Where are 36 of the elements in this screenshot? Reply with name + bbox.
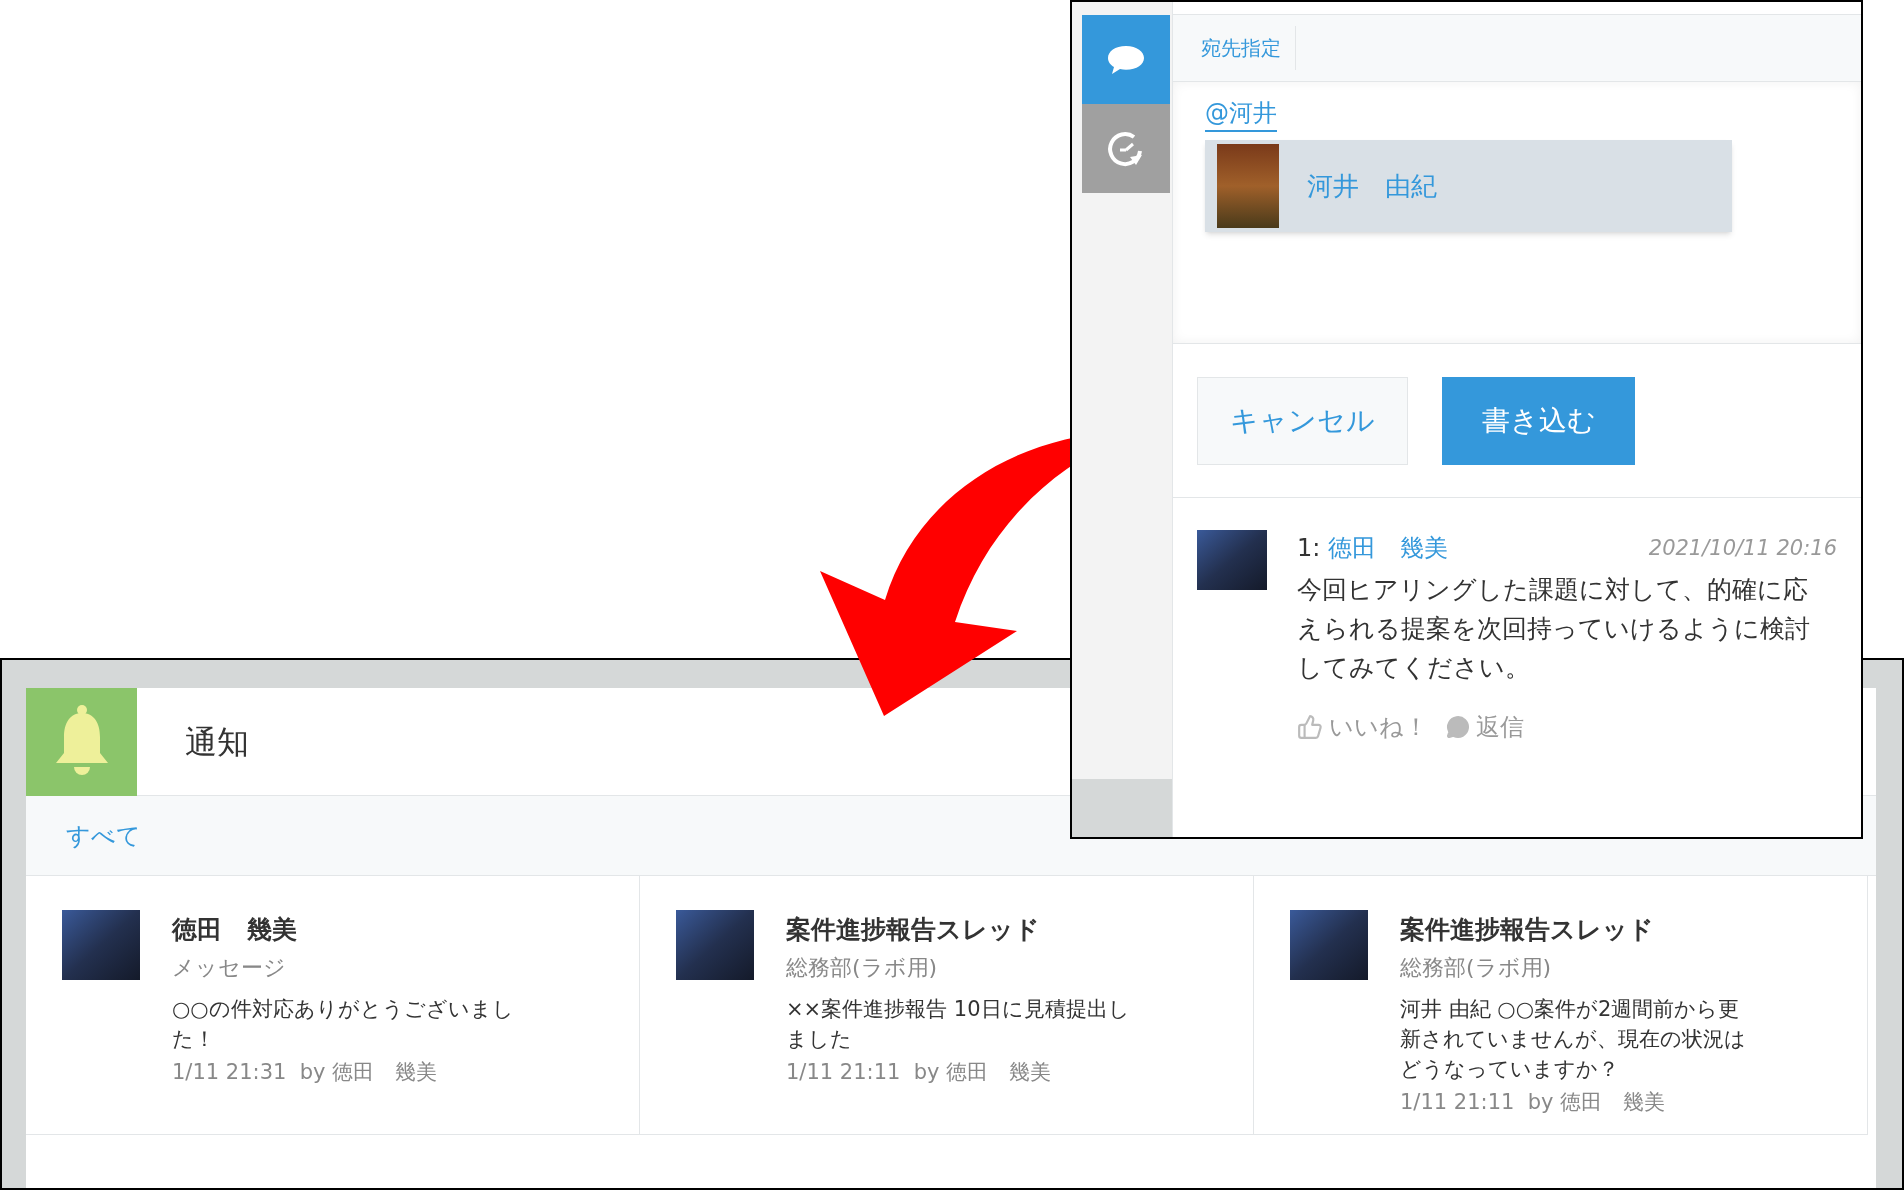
comment-editor[interactable]: @河井 河井 由紀	[1173, 82, 1861, 344]
card-message: ××案件進捗報告 10日に見積提出しました	[786, 996, 1131, 1053]
card-title: 案件進捗報告スレッド	[786, 914, 1041, 946]
reply-button[interactable]: 返信	[1446, 709, 1524, 745]
comment-timestamp: 2021/10/11 20:16	[1648, 535, 1837, 562]
card-subtitle: メッセージ	[172, 954, 287, 982]
notifications-title: 通知	[185, 721, 249, 763]
card-subtitle: 総務部(ラボ用)	[786, 954, 939, 982]
mention-button[interactable]: 宛先指定	[1201, 26, 1296, 70]
notification-card[interactable]: 案件進捗報告スレッド 総務部(ラボ用) ××案件進捗報告 10日に見積提出しました 1/11 21:11 by 徳田 幾美	[640, 876, 1254, 1135]
submit-button[interactable]: 書き込む	[1442, 376, 1635, 465]
mention-text: @河井	[1205, 96, 1277, 132]
author-link[interactable]: 徳田 幾美	[1328, 530, 1449, 566]
notification-card[interactable]: 徳田 幾美 メッセージ ○○の件対応ありがとうございました！ 1/11 21:31 by 徳田 幾美	[26, 876, 640, 1135]
card-meta: 1/11 21:11 by 徳田 幾美	[786, 1059, 1053, 1086]
comment-number: 1:	[1297, 533, 1321, 564]
comment-body: 今回ヒアリングした課題に対して、的確に応えられる提案を次回持っていけるように検討してみてください。	[1297, 574, 1811, 684]
side-tab[interactable]	[1082, 104, 1170, 193]
thumbs-up-icon	[1297, 714, 1323, 740]
card-subtitle: 総務部(ラボ用)	[1400, 954, 1553, 982]
cancel-button[interactable]: キャンセル	[1197, 376, 1408, 465]
card-message: 河井 由紀 ○○案件が2週間前から更新されていませんが、現在の状況はどうなっていますか？	[1400, 996, 1747, 1083]
avatar-photo	[1197, 530, 1267, 590]
speech-bubble-icon	[1106, 43, 1146, 76]
speech-bubble-icon	[1446, 715, 1470, 739]
filter-tab[interactable]: すべて	[66, 817, 141, 854]
notification-card[interactable]: 案件進捗報告スレッド 総務部(ラボ用) 河井 由紀 ○○案件が2週間前から更新されていませんが、現在の状況はどうなっていますか？ 1/11 21:11 by 徳田 幾美	[1254, 876, 1868, 1135]
suggestion-name: 河井 由紀	[1307, 169, 1437, 203]
card-meta: 1/11 21:11 by 徳田 幾美	[1400, 1089, 1667, 1116]
card-title: 徳田 幾美	[172, 914, 298, 946]
card-title: 案件進捗報告スレッド	[1400, 914, 1655, 946]
mention-suggestion[interactable]: 河井 由紀	[1205, 140, 1732, 232]
card-meta: 1/11 21:31 by 徳田 幾美	[172, 1059, 439, 1086]
side-tab[interactable]	[1082, 15, 1170, 104]
card-message: ○○の件対応ありがとうございました！	[172, 996, 515, 1053]
like-button[interactable]: いいね！	[1297, 709, 1428, 745]
